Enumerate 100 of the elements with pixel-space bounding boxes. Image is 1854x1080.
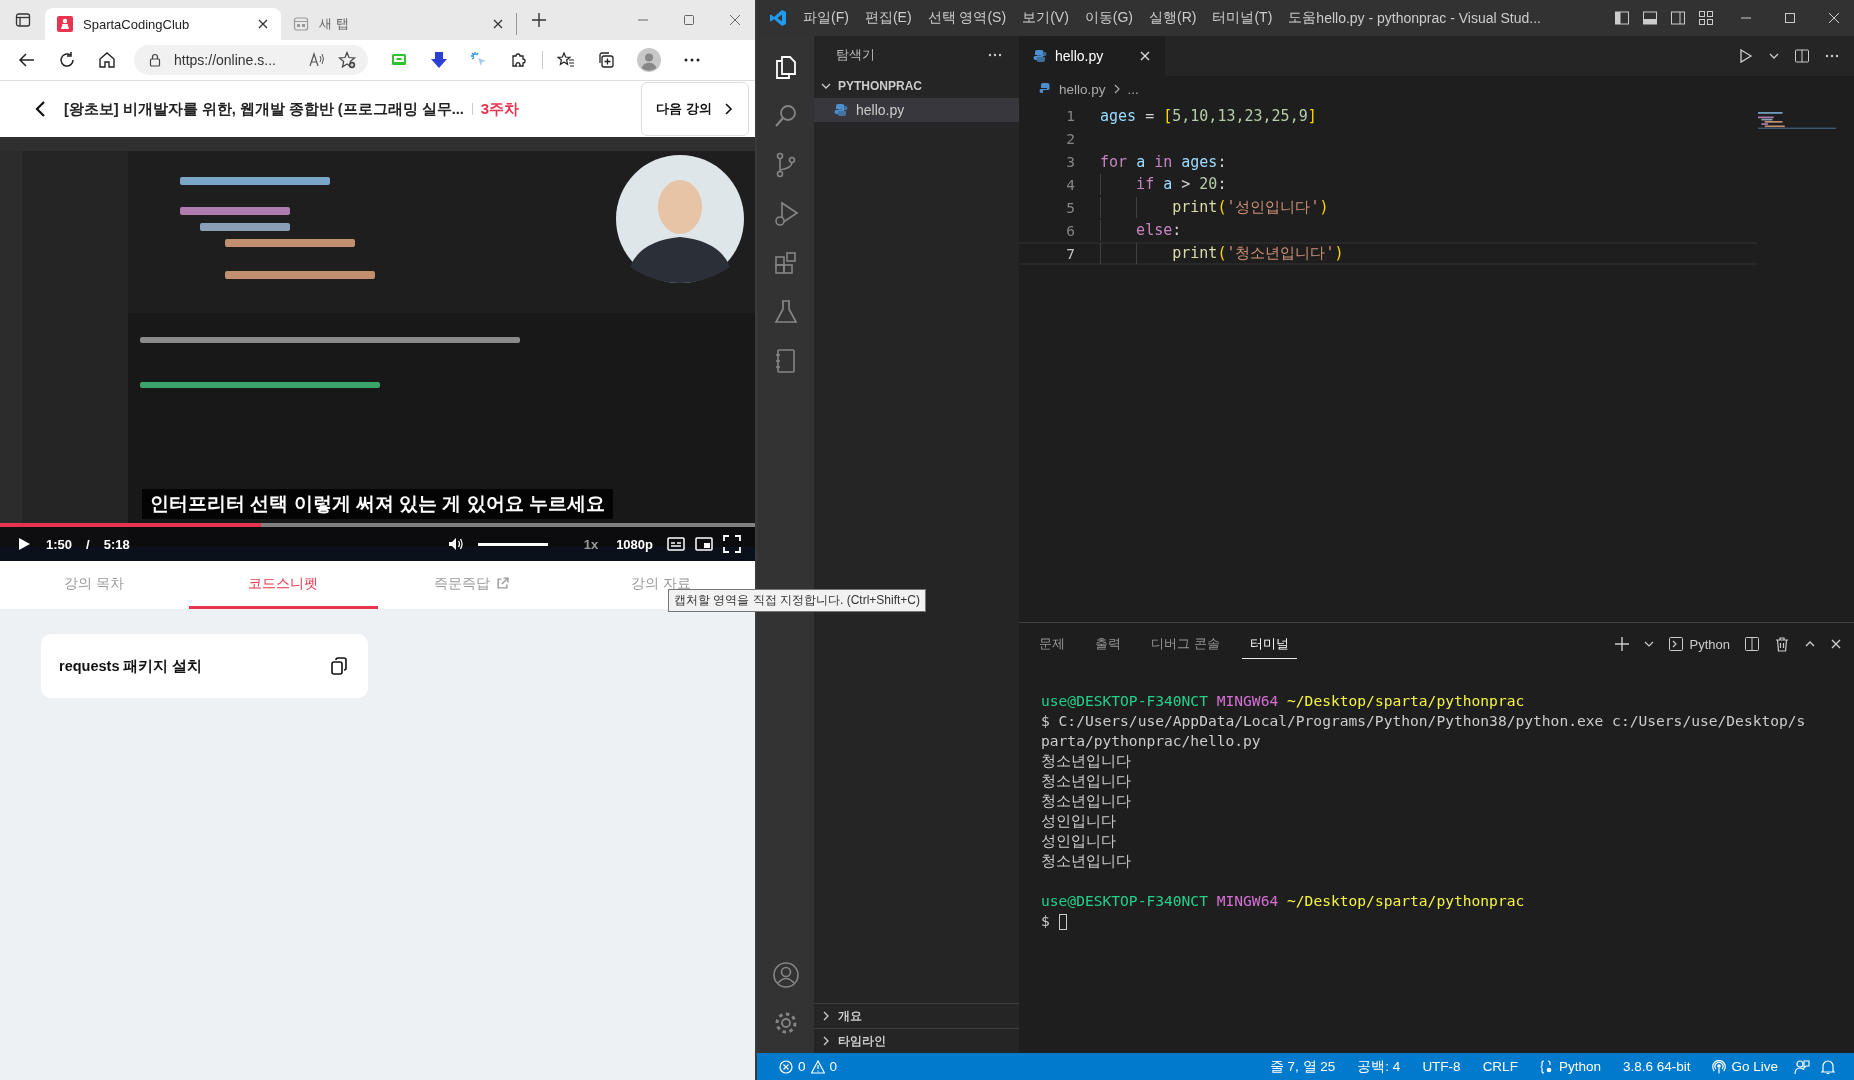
status-item[interactable]: 공백: 4 (1351, 1057, 1407, 1076)
chevron-down-icon[interactable] (1643, 639, 1654, 649)
browser-tab[interactable]: SpartaCodingClub (45, 8, 281, 40)
panel-tab[interactable]: 디버그 콘솔 (1143, 629, 1228, 659)
line-number: 2 (1065, 130, 1075, 147)
code-line: else: (1100, 220, 1182, 241)
menu-item[interactable]: 편집(E) (862, 9, 914, 27)
window-title: hello.py - pythonprac - Visual Stud... (1316, 10, 1541, 26)
progress-track[interactable] (0, 523, 755, 527)
next-lesson-button[interactable]: 다음 강의 (641, 82, 749, 136)
tab-actions-icon[interactable] (15, 12, 31, 28)
code-line: print('성인입니다') (1100, 197, 1329, 218)
trash-icon[interactable] (1774, 636, 1790, 652)
picture-in-picture-icon[interactable] (695, 535, 713, 553)
maximize-icon[interactable] (683, 14, 695, 26)
status-item[interactable]: 3.8.6 64-bit (1616, 1059, 1697, 1074)
warning-icon (810, 1059, 825, 1074)
terminal-line: use@DESKTOP-F340NCT MINGW64 ~/Desktop/sparta/pythonprac (1041, 691, 1526, 711)
collections-icon[interactable] (597, 51, 615, 69)
toggle-sidebar-icon[interactable] (1614, 10, 1630, 26)
close-icon[interactable] (492, 18, 504, 30)
run-icon[interactable] (1738, 48, 1754, 64)
menu-item[interactable]: 이동(G) (1082, 9, 1135, 27)
split-terminal-icon[interactable] (1744, 636, 1760, 652)
lecture-tab[interactable]: 코드스니펫 (188, 561, 378, 609)
back-icon[interactable] (18, 51, 36, 69)
add-favorite-icon[interactable] (338, 51, 356, 69)
url-text: https://online.s... (174, 52, 277, 68)
terminal-icon (1667, 636, 1684, 652)
download-arrow-icon[interactable] (430, 51, 448, 69)
play-icon[interactable] (16, 536, 32, 552)
broadcast-icon (1712, 1059, 1727, 1074)
editor-tab[interactable]: hello.py (1019, 36, 1165, 76)
status-item[interactable]: 줄 7, 열 25 (1263, 1057, 1342, 1076)
tab-title: SpartaCodingClub (83, 16, 191, 32)
panel-tab[interactable]: 터미널 (1241, 629, 1297, 659)
site-favicon (57, 16, 73, 32)
browser-tab[interactable]: 새 탭 (281, 13, 517, 35)
feedback-icon[interactable] (1794, 1058, 1810, 1075)
line-number: 5 (1065, 199, 1075, 216)
sidebar-title: 탐색기 (836, 46, 875, 64)
status-item[interactable]: UTF-8 (1416, 1059, 1467, 1074)
breadcrumb-item[interactable]: hello.py (1059, 81, 1106, 97)
new-tab-icon[interactable] (531, 12, 547, 28)
status-item[interactable]: Python (1533, 1059, 1607, 1074)
menu-item[interactable]: 파일(F) (801, 9, 851, 27)
fullscreen-icon[interactable] (723, 535, 741, 553)
address-bar[interactable]: https://online.s... (134, 45, 368, 75)
terminal-line: 청소년입니다 (1041, 791, 1132, 811)
snippet-card[interactable]: requests 패키지 설치 (41, 634, 368, 698)
close-icon[interactable] (257, 18, 269, 30)
snippet-title: requests 패키지 설치 (59, 656, 203, 676)
tab-title: hello.py (1055, 48, 1104, 64)
video-player[interactable]: 인터프리터 선택 이렇게 써져 있는 게 있어요 누르세요 1:50 / 5:18 1x 1080p (0, 137, 755, 561)
lock-icon (148, 53, 162, 67)
subtitle-caption: 인터프리터 선택 이렇게 써져 있는 게 있어요 누르세요 (142, 489, 613, 519)
favorites-icon[interactable] (557, 51, 575, 69)
menu-item[interactable]: 실행(R) (1147, 9, 1199, 27)
volume-icon[interactable] (447, 536, 464, 552)
menu-item[interactable]: 선택 영역(S) (925, 9, 1009, 27)
layout-icon[interactable] (1698, 10, 1714, 26)
copy-icon[interactable] (330, 657, 348, 675)
terminal-line: parta/pythonprac/hello.py (1041, 731, 1262, 751)
panel-tab[interactable]: 출력 (1087, 629, 1129, 659)
home-icon[interactable] (98, 51, 116, 69)
error-icon (779, 1059, 793, 1074)
plus-icon[interactable] (1613, 636, 1630, 652)
speed-button[interactable]: 1x (579, 536, 603, 552)
terminal-selector[interactable]: Python (1667, 636, 1730, 652)
status-item[interactable]: CRLF (1476, 1059, 1524, 1074)
folder-header[interactable]: PYTHONPRAC (814, 74, 1019, 98)
quality-button[interactable]: 1080p (612, 536, 657, 552)
toggle-panel-icon[interactable] (1642, 10, 1658, 26)
terminal-line: use@DESKTOP-F340NCT MINGW64 ~/Desktop/sparta/pythonprac (1041, 891, 1526, 911)
breadcrumb-item[interactable]: ... (1127, 81, 1139, 97)
account-icon[interactable] (771, 961, 800, 989)
refresh-icon[interactable] (58, 51, 76, 69)
terminal-line: 청소년입니다 (1041, 851, 1132, 871)
chevron-right-icon (722, 103, 734, 115)
toggle-secondary-sidebar-icon[interactable] (1670, 10, 1686, 26)
status-item[interactable]: Go Live (1706, 1059, 1784, 1074)
captions-icon[interactable] (667, 535, 685, 553)
course-title: [왕초보] 비개발자를 위한, 웹개발 종합반 (프로그래밍 실무... (64, 99, 464, 119)
problems-status[interactable]: 0 0 (773, 1059, 844, 1074)
menu-item[interactable]: 보기(V) (1020, 9, 1071, 27)
sidebar-section[interactable]: 개요 (814, 1003, 1019, 1028)
panel-tab[interactable]: 문제 (1031, 629, 1073, 659)
file-item[interactable]: hello.py (814, 98, 1019, 122)
braces-icon (1539, 1059, 1554, 1074)
menu-item[interactable]: 터미널(T) (1210, 9, 1275, 27)
error-count: 0 (798, 1059, 806, 1074)
python-file-icon (834, 103, 848, 117)
volume-slider[interactable] (477, 542, 548, 546)
line-number: 3 (1065, 153, 1075, 170)
split-editor-icon[interactable] (1794, 48, 1810, 64)
read-aloud-icon[interactable] (308, 51, 326, 69)
extensions-icon[interactable] (510, 51, 528, 69)
line-number: 7 (1065, 245, 1075, 262)
profile-avatar-icon[interactable] (637, 48, 661, 72)
bell-icon[interactable] (1820, 1058, 1836, 1075)
